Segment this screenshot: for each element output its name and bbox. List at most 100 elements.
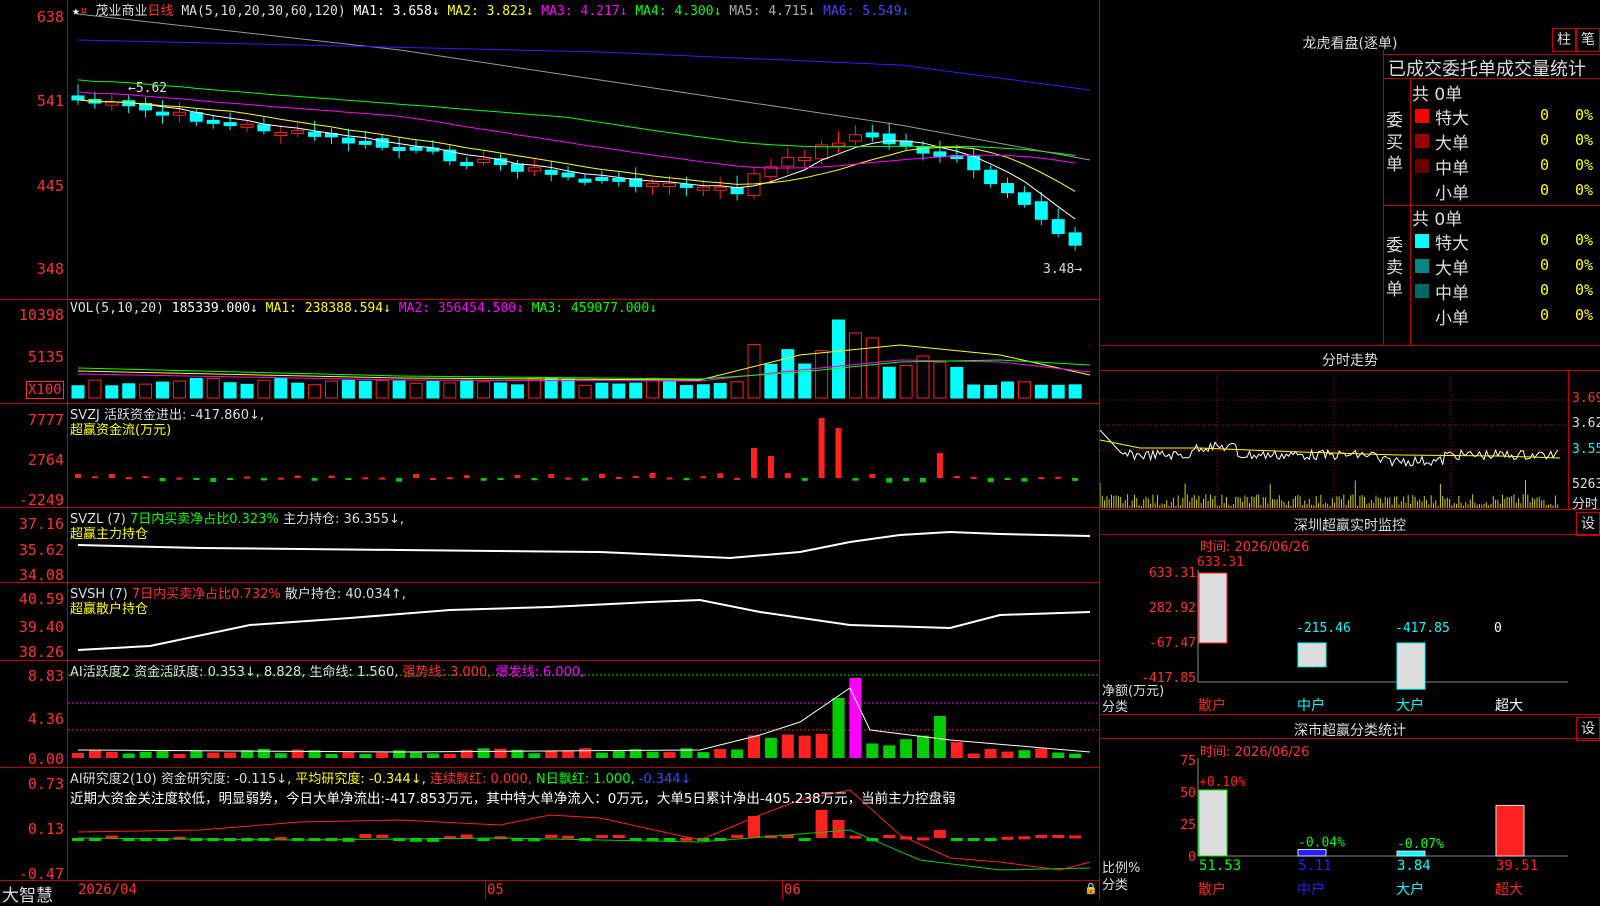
candle-body — [882, 133, 896, 145]
order-count: 0 — [1540, 281, 1550, 299]
candle-body — [240, 123, 254, 128]
activity-bar — [528, 753, 541, 758]
volume-bar — [156, 381, 169, 399]
flow-bar — [159, 478, 166, 482]
classify-value: 3.84 — [1397, 858, 1431, 874]
volume-bar — [1034, 384, 1048, 399]
price-tick-1: 638 — [36, 8, 64, 26]
monitor-bar-value: 0 — [1494, 621, 1502, 636]
monitor-bar-value: 633.31 — [1197, 555, 1244, 570]
candle-body — [527, 167, 541, 172]
activity-bar — [866, 743, 879, 758]
ma4-value: MA4: 4.300↓ — [635, 4, 722, 19]
x-label-1: 2026/04 — [78, 882, 138, 898]
candle-body — [257, 124, 271, 132]
classify-change: +0.10% — [1199, 775, 1246, 790]
vol-header: VOL(5,10,20) 185339.000↓ MA1: 238388.594… — [70, 301, 658, 316]
ai2-header: AI研究度2(10) 资金研究度: -0.115↓, 平均研究度: -0.344… — [70, 772, 692, 787]
retail-hold-line — [77, 598, 1091, 651]
svzl-tick-1: 37.16 — [18, 515, 64, 533]
activity-bar — [663, 752, 676, 758]
flow-bar — [852, 478, 859, 481]
order-percent: 0% — [1575, 281, 1594, 299]
activity-bar — [342, 752, 355, 758]
activity-bar — [443, 753, 456, 758]
activity-bar — [545, 750, 558, 758]
activity-bar — [88, 750, 101, 758]
activity-bar — [494, 748, 507, 758]
flow-bar — [1004, 478, 1011, 480]
ma2-value: MA2: 3.823↓ — [447, 4, 534, 19]
order-percent: 0% — [1575, 256, 1594, 274]
candle-body — [679, 183, 693, 188]
kline-chart[interactable] — [0, 0, 1100, 900]
volume-bar — [730, 381, 744, 399]
flow-bar — [649, 473, 656, 478]
candle-body — [781, 157, 795, 167]
ma-line — [77, 99, 1076, 220]
research-bar — [545, 834, 558, 838]
flow-bar — [294, 475, 301, 478]
activity-bar — [1069, 753, 1082, 758]
sell-order-label: 委卖单 — [1386, 236, 1403, 300]
monitor-category: 散户 — [1198, 697, 1226, 714]
classify-settings-button[interactable]: 设 — [1576, 717, 1600, 741]
activity-bar — [562, 750, 575, 758]
flow-bar — [683, 478, 690, 481]
volume-bar — [882, 366, 896, 399]
classify-change: -0.07% — [1397, 837, 1444, 852]
flow-bar — [176, 477, 183, 480]
stock-name[interactable]: 茂业商业 — [95, 4, 147, 19]
monitor-category: 大户 — [1396, 697, 1424, 714]
classify-value: 51.53 — [1199, 858, 1241, 874]
flow-bar — [244, 476, 250, 479]
classify-category: 中户 — [1297, 881, 1325, 898]
star-icon[interactable]: ★ — [72, 4, 80, 19]
candle-body — [832, 142, 845, 147]
bar-view-button[interactable]: 柱 — [1552, 28, 1576, 52]
activity-bar — [612, 749, 625, 758]
order-color-swatch — [1415, 284, 1429, 298]
research-bar — [967, 838, 980, 841]
activity-bar — [224, 752, 237, 758]
research-bar — [917, 837, 929, 841]
volume-bar — [341, 379, 355, 399]
activity-bar — [122, 753, 135, 758]
period-label[interactable]: 日线 — [148, 4, 174, 19]
monitor-settings-button[interactable]: 设 — [1576, 512, 1600, 536]
monitor-time: 时间: 2026/06/26 — [1200, 540, 1310, 555]
order-count: 0 — [1540, 181, 1550, 199]
classify-value: 5.11 — [1298, 858, 1332, 874]
flag-icon[interactable]: ¤ — [80, 4, 88, 19]
order-color-swatch — [1415, 159, 1429, 173]
candle-body — [612, 177, 626, 182]
classify-x-title: 分类 — [1102, 878, 1129, 893]
svzj-subtitle: 超赢资金流(万元) — [70, 423, 172, 438]
flow-bar — [193, 478, 200, 480]
research-bar — [849, 835, 862, 839]
monitor-bar — [1297, 642, 1327, 668]
sell-total: 共 0单 — [1412, 210, 1463, 230]
ai1-header: AI活跃度2 资金活跃度: 0.353↓, 8.828, 生命线: 1.560,… — [70, 665, 585, 680]
candle-body — [798, 156, 812, 161]
volume-bar — [899, 364, 913, 399]
intraday-tick-2: 3.620 — [1572, 416, 1600, 431]
volume-bar — [257, 379, 271, 399]
intraday-title: 分时走势 — [1322, 353, 1378, 369]
ai1-tick-1: 8.83 — [27, 667, 64, 685]
monitor-tick-1: 633.31 — [1149, 566, 1196, 581]
pen-view-button[interactable]: 笔 — [1576, 28, 1600, 52]
buy-total: 共 0单 — [1412, 85, 1463, 105]
flow-bar — [970, 476, 977, 479]
chart-area[interactable]: 638 541 445 348 10398 5135 X100 7777 276… — [0, 0, 1100, 906]
flow-bar — [362, 477, 369, 480]
lock-icon[interactable]: 🔒 — [1084, 882, 1098, 895]
flow-bar — [91, 476, 98, 479]
volume-bar — [679, 385, 693, 399]
research-bar — [731, 834, 744, 838]
volume-bar — [308, 384, 322, 399]
activity-bar — [207, 752, 220, 758]
activity-bar — [595, 752, 608, 758]
x-label-3: 06 — [784, 882, 801, 898]
activity-bar — [798, 735, 811, 758]
